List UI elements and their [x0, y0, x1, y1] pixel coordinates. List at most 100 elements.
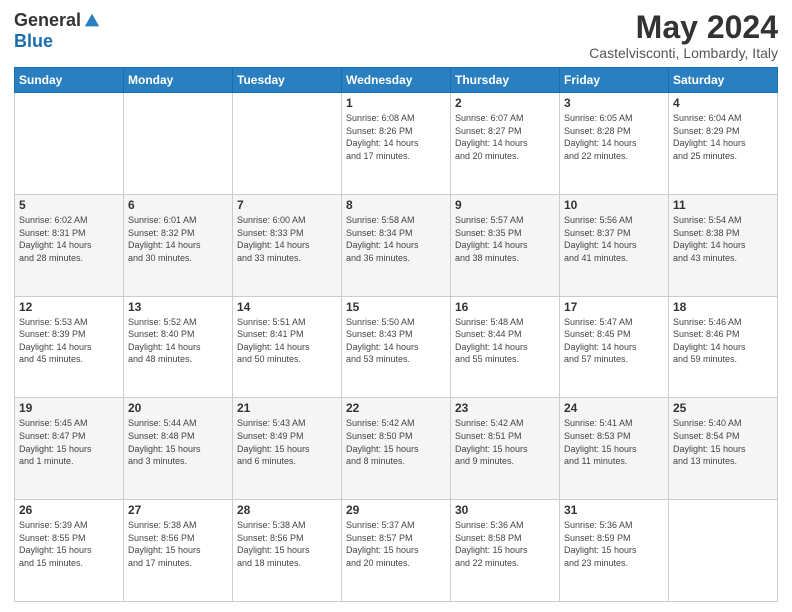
- day-number: 16: [455, 300, 555, 314]
- day-number: 13: [128, 300, 228, 314]
- calendar-cell-w5-d5: 30 Sunrise: 5:36 AM Sunset: 8:58 PM Dayli…: [451, 500, 560, 602]
- day-number: 4: [673, 96, 773, 110]
- day-info: Sunrise: 5:47 AM Sunset: 8:45 PM Dayligh…: [564, 316, 664, 366]
- calendar-cell-w2-d7: 11 Sunrise: 5:54 AM Sunset: 8:38 PM Dayli…: [669, 194, 778, 296]
- header: General Blue May 2024 Castelvisconti, Lo…: [14, 10, 778, 61]
- calendar-cell-w4-d1: 19Sunrise: 5:45 AM Sunset: 8:47 PM Dayli…: [15, 398, 124, 500]
- header-tuesday: Tuesday: [233, 68, 342, 93]
- main-title: May 2024: [589, 10, 778, 45]
- day-number: 25: [673, 401, 773, 415]
- week-row-5: 26 Sunrise: 5:39 AM Sunset: 8:55 PM Dayli…: [15, 500, 778, 602]
- day-info: Sunrise: 5:36 AM Sunset: 8:59 PM Dayligh…: [564, 519, 664, 569]
- day-info: Sunrise: 5:44 AM Sunset: 8:48 PM Dayligh…: [128, 417, 228, 467]
- day-number: 15: [346, 300, 446, 314]
- day-number: 6: [128, 198, 228, 212]
- calendar-cell-w1-d2: [124, 93, 233, 195]
- logo-icon: [83, 12, 101, 30]
- calendar-cell-w3-d4: 15 Sunrise: 5:50 AM Sunset: 8:43 PM Dayli…: [342, 296, 451, 398]
- day-info: Sunrise: 5:39 AM Sunset: 8:55 PM Dayligh…: [19, 519, 119, 569]
- calendar-cell-w5-d3: 28 Sunrise: 5:38 AM Sunset: 8:56 PM Dayli…: [233, 500, 342, 602]
- calendar-header: SundayMondayTuesdayWednesdayThursdayFrid…: [15, 68, 778, 93]
- day-number: 10: [564, 198, 664, 212]
- header-saturday: Saturday: [669, 68, 778, 93]
- day-number: 12: [19, 300, 119, 314]
- day-info: Sunrise: 6:07 AM Sunset: 8:27 PM Dayligh…: [455, 112, 555, 162]
- day-info: Sunrise: 6:00 AM Sunset: 8:33 PM Dayligh…: [237, 214, 337, 264]
- logo-text: General: [14, 10, 101, 31]
- day-number: 22: [346, 401, 446, 415]
- calendar: SundayMondayTuesdayWednesdayThursdayFrid…: [14, 67, 778, 602]
- day-number: 23: [455, 401, 555, 415]
- calendar-cell-w5-d2: 27 Sunrise: 5:38 AM Sunset: 8:56 PM Dayli…: [124, 500, 233, 602]
- calendar-cell-w5-d4: 29 Sunrise: 5:37 AM Sunset: 8:57 PM Dayli…: [342, 500, 451, 602]
- day-number: 30: [455, 503, 555, 517]
- page: General Blue May 2024 Castelvisconti, Lo…: [0, 0, 792, 612]
- day-number: 28: [237, 503, 337, 517]
- calendar-cell-w2-d5: 9Sunrise: 5:57 AM Sunset: 8:35 PM Daylig…: [451, 194, 560, 296]
- day-info: Sunrise: 5:40 AM Sunset: 8:54 PM Dayligh…: [673, 417, 773, 467]
- day-number: 11: [673, 198, 773, 212]
- days-of-week-row: SundayMondayTuesdayWednesdayThursdayFrid…: [15, 68, 778, 93]
- header-sunday: Sunday: [15, 68, 124, 93]
- header-thursday: Thursday: [451, 68, 560, 93]
- day-number: 1: [346, 96, 446, 110]
- calendar-body: 1 Sunrise: 6:08 AM Sunset: 8:26 PM Daylig…: [15, 93, 778, 602]
- calendar-cell-w1-d7: 4 Sunrise: 6:04 AM Sunset: 8:29 PM Daylig…: [669, 93, 778, 195]
- day-number: 8: [346, 198, 446, 212]
- calendar-cell-w3-d1: 12 Sunrise: 5:53 AM Sunset: 8:39 PM Dayli…: [15, 296, 124, 398]
- calendar-cell-w5-d7: [669, 500, 778, 602]
- calendar-cell-w1-d4: 1 Sunrise: 6:08 AM Sunset: 8:26 PM Daylig…: [342, 93, 451, 195]
- day-number: 26: [19, 503, 119, 517]
- day-info: Sunrise: 5:48 AM Sunset: 8:44 PM Dayligh…: [455, 316, 555, 366]
- day-number: 31: [564, 503, 664, 517]
- calendar-cell-w2-d2: 6Sunrise: 6:01 AM Sunset: 8:32 PM Daylig…: [124, 194, 233, 296]
- calendar-cell-w2-d4: 8Sunrise: 5:58 AM Sunset: 8:34 PM Daylig…: [342, 194, 451, 296]
- day-number: 24: [564, 401, 664, 415]
- day-info: Sunrise: 5:38 AM Sunset: 8:56 PM Dayligh…: [237, 519, 337, 569]
- header-wednesday: Wednesday: [342, 68, 451, 93]
- day-number: 5: [19, 198, 119, 212]
- week-row-2: 5Sunrise: 6:02 AM Sunset: 8:31 PM Daylig…: [15, 194, 778, 296]
- day-number: 29: [346, 503, 446, 517]
- day-info: Sunrise: 5:43 AM Sunset: 8:49 PM Dayligh…: [237, 417, 337, 467]
- day-info: Sunrise: 5:36 AM Sunset: 8:58 PM Dayligh…: [455, 519, 555, 569]
- day-number: 27: [128, 503, 228, 517]
- calendar-cell-w1-d6: 3Sunrise: 6:05 AM Sunset: 8:28 PM Daylig…: [560, 93, 669, 195]
- day-number: 21: [237, 401, 337, 415]
- calendar-cell-w2-d6: 10 Sunrise: 5:56 AM Sunset: 8:37 PM Dayli…: [560, 194, 669, 296]
- sub-title: Castelvisconti, Lombardy, Italy: [589, 45, 778, 61]
- day-number: 17: [564, 300, 664, 314]
- title-section: May 2024 Castelvisconti, Lombardy, Italy: [589, 10, 778, 61]
- calendar-cell-w4-d6: 24 Sunrise: 5:41 AM Sunset: 8:53 PM Dayli…: [560, 398, 669, 500]
- day-info: Sunrise: 5:37 AM Sunset: 8:57 PM Dayligh…: [346, 519, 446, 569]
- day-info: Sunrise: 5:38 AM Sunset: 8:56 PM Dayligh…: [128, 519, 228, 569]
- logo-blue-text: Blue: [14, 31, 53, 52]
- day-number: 3: [564, 96, 664, 110]
- calendar-cell-w5-d6: 31 Sunrise: 5:36 AM Sunset: 8:59 PM Dayli…: [560, 500, 669, 602]
- day-info: Sunrise: 5:50 AM Sunset: 8:43 PM Dayligh…: [346, 316, 446, 366]
- calendar-cell-w3-d3: 14Sunrise: 5:51 AM Sunset: 8:41 PM Dayli…: [233, 296, 342, 398]
- day-number: 7: [237, 198, 337, 212]
- calendar-cell-w4-d2: 20 Sunrise: 5:44 AM Sunset: 8:48 PM Dayli…: [124, 398, 233, 500]
- day-number: 20: [128, 401, 228, 415]
- day-info: Sunrise: 5:52 AM Sunset: 8:40 PM Dayligh…: [128, 316, 228, 366]
- day-info: Sunrise: 5:45 AM Sunset: 8:47 PM Dayligh…: [19, 417, 119, 467]
- calendar-cell-w5-d1: 26 Sunrise: 5:39 AM Sunset: 8:55 PM Dayli…: [15, 500, 124, 602]
- calendar-cell-w2-d1: 5Sunrise: 6:02 AM Sunset: 8:31 PM Daylig…: [15, 194, 124, 296]
- calendar-cell-w4-d5: 23 Sunrise: 5:42 AM Sunset: 8:51 PM Dayli…: [451, 398, 560, 500]
- day-number: 18: [673, 300, 773, 314]
- day-info: Sunrise: 5:42 AM Sunset: 8:51 PM Dayligh…: [455, 417, 555, 467]
- calendar-cell-w4-d7: 25 Sunrise: 5:40 AM Sunset: 8:54 PM Dayli…: [669, 398, 778, 500]
- day-info: Sunrise: 5:41 AM Sunset: 8:53 PM Dayligh…: [564, 417, 664, 467]
- logo: General Blue: [14, 10, 101, 52]
- header-friday: Friday: [560, 68, 669, 93]
- day-number: 2: [455, 96, 555, 110]
- day-info: Sunrise: 6:04 AM Sunset: 8:29 PM Dayligh…: [673, 112, 773, 162]
- day-info: Sunrise: 5:54 AM Sunset: 8:38 PM Dayligh…: [673, 214, 773, 264]
- day-number: 9: [455, 198, 555, 212]
- calendar-cell-w2-d3: 7 Sunrise: 6:00 AM Sunset: 8:33 PM Daylig…: [233, 194, 342, 296]
- day-info: Sunrise: 5:53 AM Sunset: 8:39 PM Dayligh…: [19, 316, 119, 366]
- day-info: Sunrise: 5:51 AM Sunset: 8:41 PM Dayligh…: [237, 316, 337, 366]
- day-info: Sunrise: 6:08 AM Sunset: 8:26 PM Dayligh…: [346, 112, 446, 162]
- day-info: Sunrise: 5:56 AM Sunset: 8:37 PM Dayligh…: [564, 214, 664, 264]
